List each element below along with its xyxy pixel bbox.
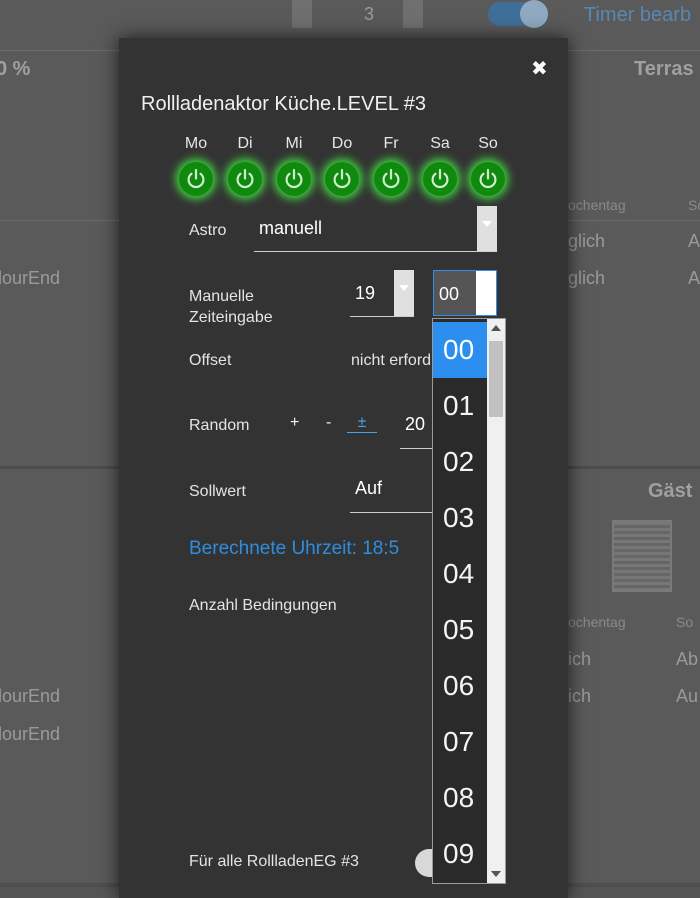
bg-shutter-icon <box>612 520 672 592</box>
bg-col-weekday: ochentag <box>568 197 626 213</box>
random-label: Random <box>189 417 250 434</box>
bg-spinner-value: 3 <box>364 4 375 24</box>
bg-a-2: A <box>688 268 700 288</box>
bg-ich-1: ich <box>568 649 592 669</box>
power-icon <box>187 168 205 189</box>
hour-select-value: 19 <box>355 283 376 303</box>
dialog-title: Rollladenaktor Küche.LEVEL #3 <box>141 93 426 115</box>
bg-daily-2: glich <box>568 268 606 288</box>
minute-select-value: 00 <box>439 284 460 304</box>
day-label-so: So <box>478 135 498 152</box>
chevron-down-icon <box>477 206 497 251</box>
bg-col-so-2: So <box>676 614 694 630</box>
power-toggle-di[interactable] <box>228 162 262 196</box>
minute-dropdown-list[interactable]: 00 01 02 03 04 05 06 07 08 09 <box>432 318 506 884</box>
manual-time-label: Manuelle Zeiteingabe <box>189 288 273 326</box>
power-icon <box>285 168 303 189</box>
chevron-down-icon <box>476 271 496 315</box>
power-toggle-mi[interactable] <box>277 162 311 196</box>
dropdown-scrollbar[interactable] <box>487 319 505 883</box>
power-toggle-so[interactable] <box>471 162 505 196</box>
bg-au: Au <box>676 686 699 706</box>
conditions-label: Anzahl Bedingungen <box>189 597 337 614</box>
astro-label: Astro <box>189 222 227 239</box>
power-toggle-sa[interactable] <box>423 162 457 196</box>
offset-label: Offset <box>189 352 232 369</box>
scroll-down-icon[interactable] <box>491 871 501 877</box>
bg-gaeste-title: Gäst <box>648 480 693 502</box>
day-label-mo: Mo <box>184 135 208 152</box>
calculated-time: Berechnete Uhrzeit: 18:5 <box>189 538 400 559</box>
minute-option[interactable]: 09 <box>433 826 487 882</box>
minute-option[interactable]: 07 <box>433 714 487 770</box>
minute-option[interactable]: 03 <box>433 490 487 546</box>
day-label-fr: Fr <box>383 135 399 152</box>
day-label-sa: Sa <box>430 135 450 152</box>
bg-ab: Ab <box>676 649 699 669</box>
chevron-down-icon <box>394 270 414 316</box>
astro-select[interactable]: manuell <box>254 206 497 252</box>
power-icon <box>236 168 254 189</box>
scrollbar-thumb[interactable] <box>489 341 503 417</box>
day-label-mi: Mi <box>285 135 303 152</box>
power-icon <box>431 168 449 189</box>
sollwert-select[interactable]: Auf <box>350 474 434 513</box>
scroll-up-icon[interactable] <box>491 325 501 331</box>
bg-timer-toggle <box>488 0 548 28</box>
bg-hourend-2: lourEnd <box>0 686 61 706</box>
random-plusminus-button[interactable]: ± <box>347 414 377 433</box>
sollwert-label: Sollwert <box>189 483 246 500</box>
bg-hourend-3: lourEnd <box>0 724 61 744</box>
sollwert-value: Auf <box>355 478 383 498</box>
day-label-di: Di <box>237 135 253 152</box>
power-icon <box>382 168 400 189</box>
bg-col-so: So <box>688 197 700 213</box>
power-toggle-fr[interactable] <box>374 162 408 196</box>
power-toggle-mo[interactable] <box>179 162 213 196</box>
bg-spinner-up <box>403 0 423 28</box>
minute-option[interactable]: 00 <box>433 322 487 378</box>
random-value-input[interactable]: 20 <box>400 410 434 449</box>
power-icon <box>479 168 497 189</box>
power-toggle-do[interactable] <box>325 162 359 196</box>
apply-all-label: Für alle RollladenEG #3 <box>189 853 359 870</box>
bg-ich-2: ich <box>568 686 592 706</box>
random-plus-button[interactable]: + <box>290 414 299 432</box>
bg-col-weekday-2: ochentag <box>568 614 626 630</box>
random-minus-button[interactable]: - <box>326 414 331 432</box>
random-value: 20 <box>405 414 426 434</box>
close-icon[interactable]: ✖ <box>531 56 548 81</box>
bg-percent: 0 % <box>0 58 31 80</box>
hour-select[interactable]: 19 <box>350 270 414 317</box>
bg-timer-label: Timer bearb <box>584 4 692 26</box>
minute-option[interactable]: 04 <box>433 546 487 602</box>
minute-select[interactable]: 00 <box>433 270 497 316</box>
minute-option[interactable]: 08 <box>433 770 487 826</box>
minute-option[interactable]: 05 <box>433 602 487 658</box>
bg-hourend-1: lourEnd <box>0 268 61 288</box>
astro-select-value: manuell <box>259 218 323 238</box>
day-label-do: Do <box>331 135 353 152</box>
minute-option[interactable]: 02 <box>433 434 487 490</box>
offset-value: nicht erforde <box>351 352 431 369</box>
bg-daily-1: glich <box>568 231 606 251</box>
minute-option[interactable]: 06 <box>433 658 487 714</box>
bg-a-1: A <box>688 231 700 251</box>
power-icon <box>333 168 351 189</box>
bg-spinner-down <box>292 0 312 28</box>
bg-terrace-title: Terras <box>634 58 694 80</box>
minute-option[interactable]: 01 <box>433 378 487 434</box>
